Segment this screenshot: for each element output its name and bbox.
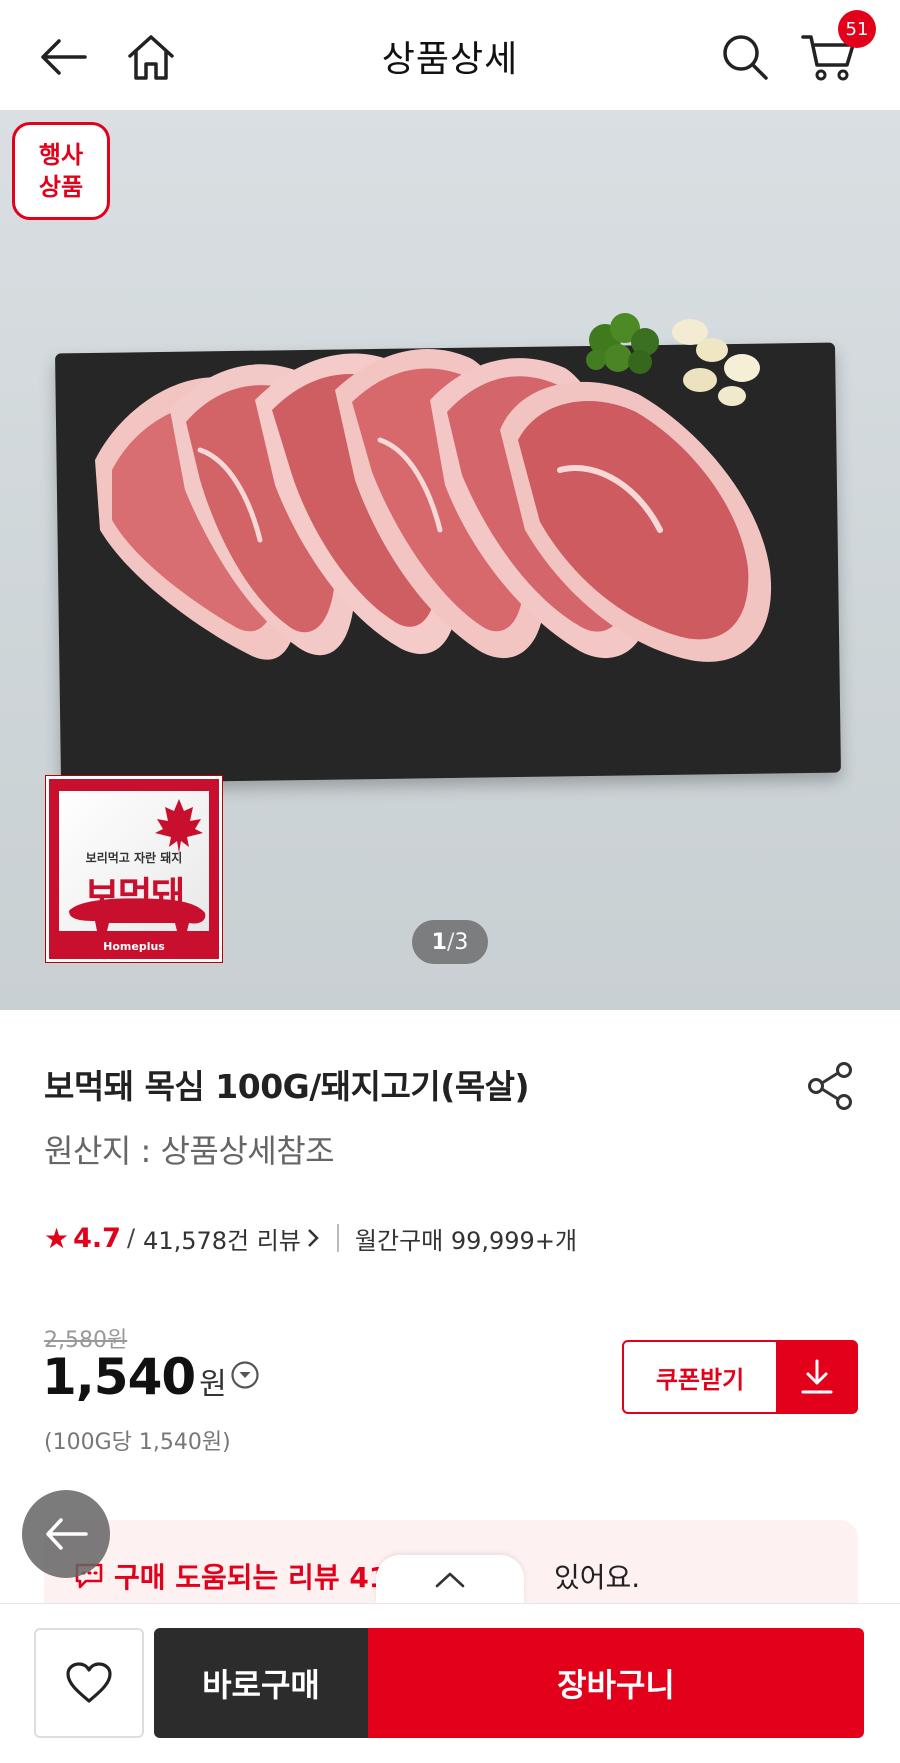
rating-separator: / (126, 1224, 136, 1252)
buy-now-button[interactable]: 바로구매 (154, 1628, 368, 1738)
share-icon (808, 1062, 852, 1110)
review-banner-tail: 있어요. (554, 1561, 641, 1594)
pager-total: 3 (454, 929, 469, 955)
brand-tagline: 보리먹고 자란 돼지 (85, 851, 183, 865)
image-pager: 1 / 3 (412, 920, 488, 964)
maple-leaf-icon (155, 799, 203, 853)
bottom-action-bar: 바로구매 장바구니 (0, 1603, 900, 1763)
coupon-button[interactable]: 쿠폰받기 (622, 1340, 858, 1414)
coupon-label: 쿠폰받기 (622, 1340, 776, 1414)
add-to-cart-button[interactable]: 장바구니 (368, 1628, 864, 1738)
rating-score: 4.7 (73, 1222, 121, 1254)
search-button[interactable] (710, 22, 780, 92)
floating-back-button[interactable] (22, 1490, 110, 1578)
brand-logo-panel: 보리먹고 자란 돼지 보먹돼 (59, 791, 209, 931)
review-count-link[interactable]: 41,578건 리뷰 (143, 1221, 319, 1256)
rating-row: ★ 4.7 / 41,578건 리뷰 월간구매 99,999+개 (44, 1220, 577, 1256)
pig-silhouette-icon (69, 898, 206, 931)
back-arrow-icon (46, 1518, 88, 1550)
search-icon (723, 35, 768, 80)
product-detail-page: 상품상세 51 행사 상품 보리먹고 자란 돼지 보먹돼 Homeplus 1 … (0, 0, 900, 1763)
unit-price: (100G당 1,540원) (44, 1430, 231, 1455)
bottom-sheet-handle[interactable] (376, 1555, 524, 1605)
pager-separator: / (446, 929, 455, 955)
share-button[interactable] (802, 1058, 858, 1114)
divider (336, 1224, 339, 1252)
price-detail-toggle-icon[interactable] (230, 1360, 260, 1390)
product-name: 보먹돼 목심 100G/돼지고기(목살) (44, 1067, 530, 1106)
review-banner-label: 구매 도움되는 리뷰 41 (74, 1556, 388, 1596)
garlic-garnish (672, 319, 760, 406)
sale-price: 1,540 (42, 1348, 196, 1406)
cart-count-badge: 51 (838, 10, 876, 48)
origin-text: 원산지 : 상품상세참조 (44, 1132, 335, 1170)
review-banner-text: 구매 도움되는 리뷰 41 (114, 1561, 389, 1594)
coupon-download-area (776, 1340, 858, 1414)
pager-current: 1 (431, 929, 447, 955)
brand-logo: 보리먹고 자란 돼지 보먹돼 Homeplus (46, 776, 222, 962)
wishlist-button[interactable] (34, 1628, 144, 1738)
download-icon (801, 1359, 833, 1394)
product-image-carousel[interactable]: 행사 상품 보리먹고 자란 돼지 보먹돼 Homeplus 1 / 3 (0, 110, 900, 1010)
heart-icon (66, 1662, 112, 1703)
top-header: 상품상세 51 (0, 0, 900, 110)
broccoli-garnish (586, 313, 659, 374)
price-row: 1,540 원 (42, 1348, 227, 1406)
price-currency: 원 (199, 1367, 227, 1402)
chevron-up-icon (435, 1572, 465, 1588)
brand-footer: Homeplus (103, 940, 165, 953)
chevron-right-icon (308, 1229, 319, 1247)
review-count: 41,578건 리뷰 (143, 1226, 301, 1255)
monthly-sales: 월간구매 99,999+개 (354, 1226, 578, 1255)
star-icon: ★ (44, 1221, 70, 1255)
meat-slices (95, 348, 772, 662)
